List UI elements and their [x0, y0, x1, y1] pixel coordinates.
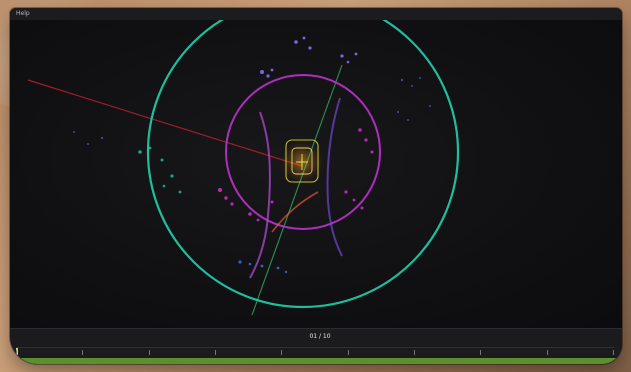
- ego-vehicle: [278, 138, 326, 186]
- timeline-tick-3: [149, 350, 150, 355]
- point-cloud-viewport[interactable]: [10, 20, 622, 328]
- wall-structure-right: [326, 97, 343, 257]
- timeline-tick-8: [480, 350, 481, 355]
- timeline-tick-4: [215, 350, 216, 355]
- timeline-tick-9: [547, 350, 548, 355]
- timeline-tick-10: [613, 350, 614, 355]
- timeline-scrubber[interactable]: [16, 347, 614, 358]
- menu-item-help[interactable]: Help: [16, 10, 30, 17]
- x-axis-line: [27, 79, 303, 167]
- accent-strip: [10, 358, 622, 364]
- photo-frame: Help 01 / 10: [0, 0, 631, 372]
- wall-structure-left: [249, 111, 271, 279]
- lidar-viewer-window: Help 01 / 10: [10, 8, 622, 364]
- point-cloud-canvas[interactable]: [10, 20, 622, 328]
- timeline-tick-1: [16, 350, 17, 355]
- timeline-tick-7: [414, 350, 415, 355]
- timeline-tick-2: [82, 350, 83, 355]
- point-cluster-blue: [238, 260, 288, 274]
- frame-counter: 01 / 10: [309, 333, 331, 340]
- timeline-tick-5: [281, 350, 282, 355]
- timeline-tick-6: [348, 350, 349, 355]
- point-cluster-left: [138, 146, 182, 194]
- point-cluster-upper: [260, 36, 358, 78]
